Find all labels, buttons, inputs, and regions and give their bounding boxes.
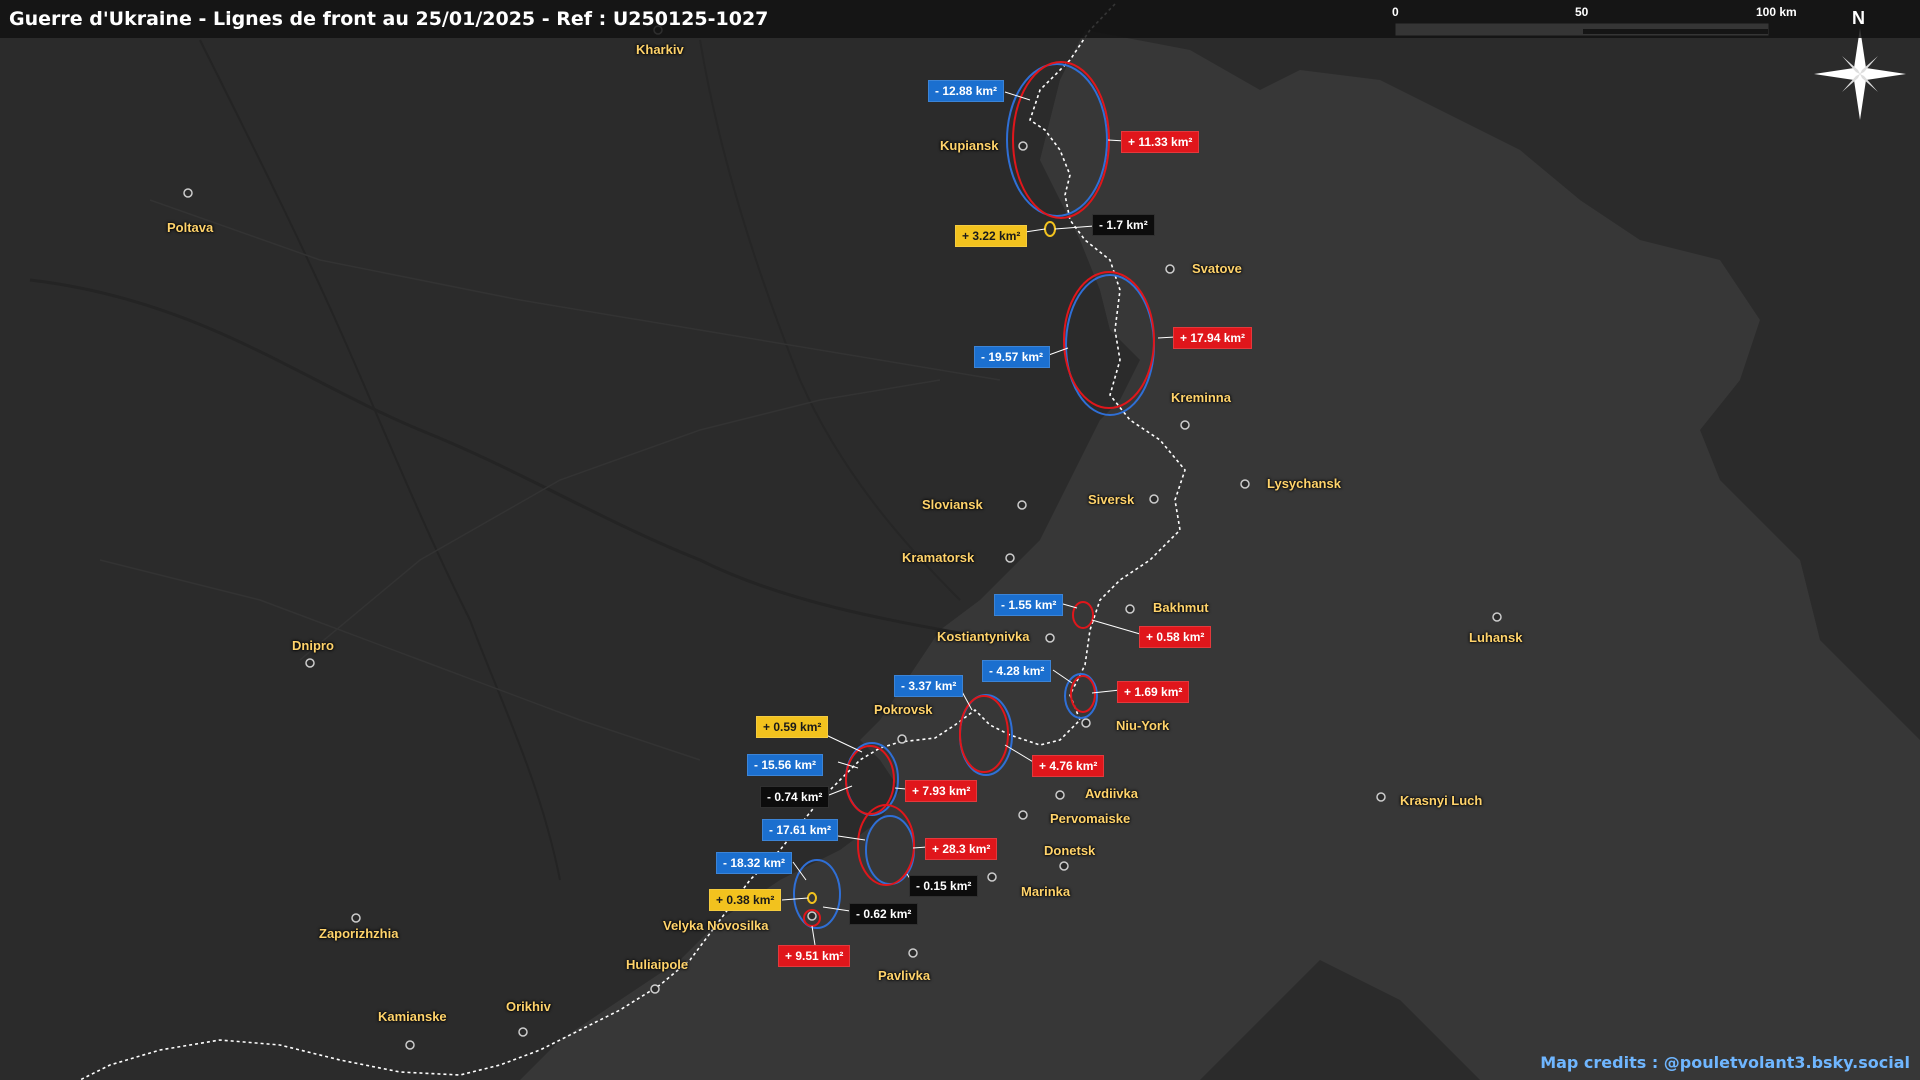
area-change-badge: - 18.32 km²: [716, 852, 793, 874]
city-marker: [1045, 633, 1055, 643]
map-canvas[interactable]: [0, 0, 1920, 1080]
area-change-badge: - 1.7 km²: [1092, 214, 1155, 236]
area-change-badge: - 17.61 km²: [762, 819, 839, 841]
area-change-badge: + 4.76 km²: [1032, 755, 1105, 777]
city-label-kramatorsk: Kramatorsk: [902, 550, 975, 565]
area-change-badge: - 1.55 km²: [994, 594, 1064, 616]
area-change-badge: - 12.88 km²: [928, 80, 1005, 102]
area-change-badge: - 0.15 km²: [909, 875, 979, 897]
city-label-velyka-novosilka: Velyka Novosilka: [663, 918, 769, 933]
city-marker: [183, 188, 193, 198]
area-change-badge: - 4.28 km²: [982, 660, 1052, 682]
map-title: Guerre d'Ukraine - Lignes de front au 25…: [9, 8, 769, 30]
area-change-badge: + 9.51 km²: [778, 945, 851, 967]
area-change-badge: - 3.37 km²: [894, 675, 964, 697]
area-change-badge: - 0.74 km²: [760, 786, 830, 808]
city-marker: [405, 1040, 415, 1050]
city-label-niu-york: Niu-York: [1116, 718, 1170, 733]
city-marker: [1017, 500, 1027, 510]
city-marker: [1149, 494, 1159, 504]
area-change-badge: + 3.22 km²: [955, 225, 1028, 247]
city-label-kostiantynivka: Kostiantynivka: [937, 629, 1030, 644]
city-marker: [897, 734, 907, 744]
area-change-badge: + 17.94 km²: [1173, 327, 1253, 349]
city-marker: [1180, 420, 1190, 430]
area-change-badge: + 1.69 km²: [1117, 681, 1190, 703]
area-change-badge: - 0.62 km²: [849, 903, 919, 925]
area-change-badge: + 7.93 km²: [905, 780, 978, 802]
city-label-pervomaiske: Pervomaiske: [1050, 811, 1131, 826]
city-label-pavlivka: Pavlivka: [878, 968, 931, 983]
area-change-badge: + 0.58 km²: [1139, 626, 1212, 648]
city-marker: [1055, 790, 1065, 800]
area-change-badge: + 11.33 km²: [1121, 131, 1200, 153]
area-change-badge: - 19.57 km²: [974, 346, 1051, 368]
city-label-kharkiv: Kharkiv: [636, 42, 684, 57]
city-label-kreminna: Kreminna: [1171, 390, 1231, 405]
city-marker: [1059, 861, 1069, 871]
city-marker: [1018, 141, 1028, 151]
scale-label-0: 0: [1392, 5, 1399, 19]
city-label-huliaipole: Huliaipole: [626, 957, 689, 972]
map-credits: Map credits : @pouletvolant3.bsky.social: [1540, 1053, 1910, 1072]
city-marker: [518, 1027, 528, 1037]
city-marker: [1492, 612, 1502, 622]
area-change-badge: + 0.59 km²: [756, 716, 829, 738]
city-label-siversk: Siversk: [1088, 492, 1135, 507]
city-marker: [1165, 264, 1175, 274]
city-marker: [1018, 810, 1028, 820]
scale-label-100: 100 km: [1756, 5, 1797, 19]
area-change-badge: + 0.38 km²: [709, 889, 782, 911]
city-label-lysychansk: Lysychansk: [1267, 476, 1341, 491]
city-label-marinka: Marinka: [1021, 884, 1071, 899]
city-marker: [1125, 604, 1135, 614]
city-label-donetsk: Donetsk: [1044, 843, 1096, 858]
city-label-zaporizhzhia: Zaporizhzhia: [319, 926, 399, 941]
city-marker: [1081, 718, 1091, 728]
city-label-avdiivka: Avdiivka: [1085, 786, 1138, 801]
city-marker: [1376, 792, 1386, 802]
north-label: N: [1852, 8, 1865, 28]
city-label-svatove: Svatove: [1192, 261, 1242, 276]
city-marker: [987, 872, 997, 882]
city-marker: [351, 913, 361, 923]
city-label-bakhmut: Bakhmut: [1153, 600, 1209, 615]
city-marker: [650, 984, 660, 994]
city-marker: [1005, 553, 1015, 563]
city-label-luhansk: Luhansk: [1469, 630, 1523, 645]
city-marker: [908, 948, 918, 958]
city-label-dnipro: Dnipro: [292, 638, 334, 653]
city-label-sloviansk: Sloviansk: [922, 497, 983, 512]
scale-label-50: 50: [1575, 5, 1589, 19]
city-marker: [807, 911, 817, 921]
city-marker: [1240, 479, 1250, 489]
city-label-kupiansk: Kupiansk: [940, 138, 999, 153]
area-change-badge: + 28.3 km²: [925, 838, 998, 860]
city-marker: [305, 658, 315, 668]
city-label-krasnyi-luch: Krasnyi Luch: [1400, 793, 1483, 808]
city-label-pokrovsk: Pokrovsk: [874, 702, 933, 717]
city-label-poltava: Poltava: [167, 220, 214, 235]
city-label-orikhiv: Orikhiv: [506, 999, 551, 1014]
area-change-badge: - 15.56 km²: [747, 754, 824, 776]
city-label-kamianske: Kamianske: [378, 1009, 447, 1024]
